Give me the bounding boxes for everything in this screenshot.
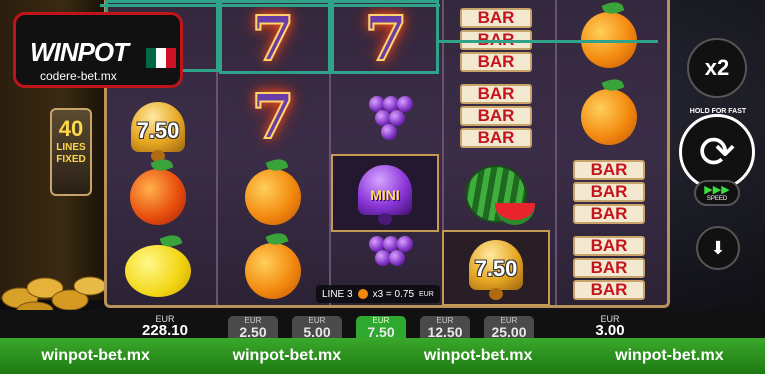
line-calc: x3 = 0.75 [372, 288, 414, 300]
payline-highlight-box [331, 0, 439, 74]
logo-brand: WINPOT [30, 37, 129, 67]
bell-prize-box: 7.50 [442, 230, 550, 306]
reel-4-bar: BARBARBAR [442, 80, 550, 152]
gold-coins-pile [1, 276, 107, 318]
win-value: 3.00 [595, 322, 625, 339]
lines-fixed-label: FIXED [56, 154, 86, 165]
lines-label: LINES [56, 142, 86, 153]
reel-1-lemon [104, 231, 212, 308]
watermark-band: winpot-bet.mx winpot-bet.mx winpot-bet.m… [0, 338, 765, 374]
bet-option[interactable]: EUR 25.00 [484, 316, 534, 340]
purple-bell-icon: MINI [352, 161, 418, 225]
line-currency: EUR [419, 290, 434, 298]
triple-bar-icon: BARBARBAR [573, 160, 645, 224]
watermark-text: winpot-bet.mx [41, 347, 150, 364]
payline-highlight-box [219, 0, 331, 74]
orange-mini-icon [357, 289, 368, 299]
reel-3-grapes [332, 78, 440, 154]
reel-1-orange [104, 155, 212, 236]
orange-icon [245, 229, 301, 299]
spin-arrows-icon: ⟳ [698, 127, 736, 177]
winpot-logo: WINPOT codere-bet.mx [13, 12, 183, 88]
credit-display: EUR 228.10 [120, 314, 210, 338]
credit-value: 228.10 [142, 322, 188, 339]
bell-value: 7.50 [136, 118, 180, 143]
triple-bar-icon: BARBARBAR [460, 84, 532, 148]
mini-label: MINI [370, 187, 400, 203]
reel-5-orange [555, 75, 663, 154]
blood-orange-icon [130, 155, 186, 225]
lines-count: 40 [58, 116, 84, 141]
payline [438, 40, 658, 43]
lemon-icon [125, 231, 191, 297]
spin-button[interactable]: ⟳ [679, 114, 755, 190]
speed-button[interactable]: ▶▶▶ SPEED [694, 180, 740, 206]
win-display: EUR 3.00 [565, 314, 655, 338]
reel-5-bar: BAR BAR BAR [555, 156, 663, 228]
fast-forward-icon: ▶▶▶ [704, 183, 730, 196]
grapes-icon [361, 232, 413, 288]
lines-fixed-badge: 40 LINES FIXED [50, 108, 92, 196]
watermelon-icon [465, 165, 535, 225]
bet-option-selected[interactable]: EUR 7.50 [356, 316, 406, 340]
seven-icon: 7 [250, 79, 295, 154]
line-number: LINE 3 [322, 288, 353, 300]
orange-icon [245, 155, 301, 225]
reel-2-seven: 7 [219, 78, 327, 154]
bell-value: 7.50 [474, 256, 518, 281]
reel-2-orange [219, 155, 327, 236]
download-button[interactable]: ⬇ [696, 226, 740, 270]
multiplier-button[interactable]: x2 [687, 38, 747, 98]
game-stage: 7.50 7 7 7 MINI BAR BAR BAR BAR BAR 7.50… [0, 0, 765, 374]
line-win-info: LINE 3 x3 = 0.75 EUR [316, 285, 440, 303]
download-icon: ⬇ [710, 237, 726, 258]
reel-4-watermelon [442, 156, 550, 232]
reel-5-bar: BAR BAR BAR [555, 232, 663, 304]
grapes-icon [361, 88, 413, 144]
payline [100, 4, 440, 7]
reel-2-orange [219, 229, 327, 308]
mini-jackpot-box: MINI [331, 154, 439, 232]
speed-label: SPEED [706, 195, 728, 202]
bell-icon: 7.50 [125, 98, 191, 162]
triple-bar-icon: BARBARBAR [573, 236, 645, 300]
logo-url: codere-bet.mx [40, 69, 117, 83]
mexico-flag-icon [146, 48, 176, 68]
orange-icon [581, 75, 637, 145]
watermark-text: winpot-bet.mx [232, 347, 342, 364]
reel-3-grapes [332, 234, 440, 286]
watermark-text: winpot-bet.mx [615, 347, 724, 364]
watermark-text: winpot-bet.mx [423, 347, 533, 364]
bell-icon: 7.50 [463, 236, 529, 300]
bet-option[interactable]: EUR 12.50 [420, 316, 470, 340]
bet-option[interactable]: EUR 2.50 [228, 316, 278, 340]
bet-option[interactable]: EUR 5.00 [292, 316, 342, 340]
